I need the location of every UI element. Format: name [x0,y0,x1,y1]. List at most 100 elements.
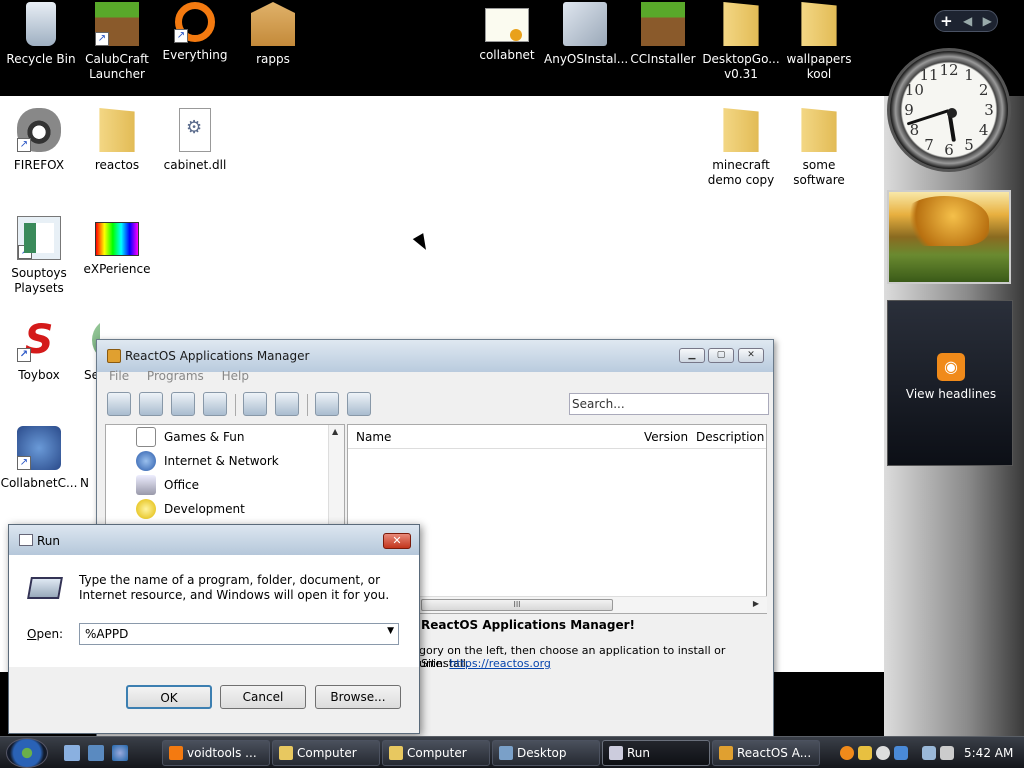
task-desktop[interactable]: Desktop [492,740,600,766]
desktop-icon-souptoys[interactable]: ↗ Souptoys Playsets [0,216,80,296]
rapps-app-icon [719,746,733,760]
open-label: Open: [27,627,63,641]
tree-item-development[interactable]: Development [136,498,245,520]
maximize-button[interactable]: ▢ [708,348,734,363]
select-all-icon[interactable] [203,392,227,416]
desktop-icon-cabinet-dll[interactable]: cabinet.dll [154,108,236,173]
start-button[interactable] [6,738,48,768]
monitor-icon[interactable] [922,746,936,760]
sidebar-next-button[interactable]: ▶ [983,14,992,28]
menu-help[interactable]: Help [222,369,249,383]
volume-icon[interactable] [940,746,954,760]
globe-icon [136,451,156,471]
feed-headlines-gadget[interactable]: ◉ View headlines [887,300,1013,466]
desktop-icon-collabnetc[interactable]: ↗ CollabnetC... [0,426,80,491]
run-window-icon [27,577,63,599]
minimize-button[interactable]: ▁ [679,348,705,363]
browse-button[interactable]: Browse... [315,685,401,709]
desktop-icon-label: CalubCraft Launcher [85,52,149,81]
rapps-titlebar[interactable]: ReactOS Applications Manager ▁ ▢ ✕ [97,340,773,372]
info-site-link[interactable]: https://reactos.org [449,657,551,670]
clock-gadget[interactable]: 12 1 2 3 4 5 6 7 8 9 10 11 [887,48,1011,172]
search-icon[interactable] [840,746,854,760]
task-voidtools[interactable]: voidtools ... [162,740,270,766]
chevron-down-icon[interactable]: ▼ [387,626,394,636]
desktop-icon-label: reactos [94,158,140,172]
run-body: Type the name of a program, folder, docu… [9,555,419,667]
menu-file[interactable]: File [109,369,129,383]
task-computer-1[interactable]: Computer [272,740,380,766]
desktop-icon-label: some software [793,158,845,187]
show-desktop-icon[interactable] [64,745,80,761]
column-name[interactable]: Name [356,430,391,444]
desktop-icon-n[interactable]: N [80,426,94,491]
task-reactos-apps[interactable]: ReactOS A... [712,740,820,766]
search-input[interactable]: Search... [569,393,769,415]
tray-app-icon[interactable] [876,746,890,760]
clock-center-pin [947,108,957,118]
internet-explorer-icon[interactable] [112,745,128,761]
clock-time[interactable]: 5:42 AM [964,746,1013,760]
cancel-button[interactable]: Cancel [220,685,306,709]
everything-search-icon: ↗ [174,2,215,43]
uninstall-icon[interactable] [139,392,163,416]
desktop-icon-minecraft-demo[interactable]: minecraft demo copy [700,108,782,188]
add-gadget-button[interactable]: + [940,12,953,30]
rapps-menubar: File Programs Help [109,369,263,383]
tree-item-internet[interactable]: Internet & Network [136,450,279,472]
tree-item-games[interactable]: Games & Fun [136,426,244,448]
task-label: Run [627,746,651,760]
desktop-icon-calubcraft[interactable]: ↗ CalubCraft Launcher [76,2,158,82]
install-icon[interactable] [107,392,131,416]
development-icon [136,499,156,519]
desktop-icon-collabnet[interactable]: collabnet [466,2,548,63]
desktop-icon-desktopgo[interactable]: DesktopGo... v0.31 [700,2,782,82]
view-headlines-label[interactable]: View headlines [888,387,1014,401]
desktop-icon-recycle-bin[interactable]: Recycle Bin [0,2,82,67]
refresh-icon[interactable] [243,392,267,416]
menu-programs[interactable]: Programs [147,369,204,383]
folder-icon [389,746,403,760]
slideshow-gadget[interactable] [887,190,1011,284]
shield-icon[interactable] [858,746,872,760]
desktop-icon-anyosinstaller[interactable]: AnyOSInstal... [544,2,629,67]
update-db-icon[interactable] [275,392,299,416]
desktop-icon-ccinstaller[interactable]: CCInstaller [622,2,704,67]
modify-icon[interactable] [171,392,195,416]
sidebar-prev-button[interactable]: ◀ [963,14,972,28]
package-box-icon [251,2,295,46]
column-description[interactable]: Description [696,430,764,444]
desktop-icon-label: DesktopGo... v0.31 [702,52,780,81]
task-run[interactable]: Run [602,740,710,766]
folder-icon [801,2,837,46]
sidebar-controls: + ◀ ▶ [934,10,998,32]
grass-block-icon [641,2,685,46]
desktop-icon-firefox[interactable]: ↗ FIREFOX [0,108,80,173]
desktop-icon-reactos[interactable]: reactos [76,108,158,173]
column-version[interactable]: Version [644,430,688,444]
scrollbar-thumb[interactable]: III [421,599,613,611]
scroll-right-arrow[interactable]: ▶ [753,599,759,608]
switch-windows-icon[interactable] [88,745,104,761]
desktop-icon-rapps[interactable]: rapps [232,2,314,67]
network-icon[interactable] [894,746,908,760]
close-button[interactable]: ✕ [383,533,411,549]
shortcut-arrow-icon: ↗ [17,456,31,470]
desktop-icon-everything[interactable]: ↗ Everything [154,2,236,63]
desktop-icon-label: AnyOSInstal... [544,52,629,66]
desktop-icon-experience[interactable]: eXPerience [76,216,158,277]
settings-icon[interactable] [315,392,339,416]
tree-item-office[interactable]: Office [136,474,199,496]
task-computer-2[interactable]: Computer [382,740,490,766]
run-title: Run [37,534,61,548]
desktop-icon-wallpapers[interactable]: wallpapers kool [778,2,860,82]
exit-icon[interactable] [347,392,371,416]
run-titlebar[interactable]: Run ✕ [9,525,419,555]
info-heading: ReactOS Applications Manager! [421,618,636,632]
tree-item-label: Development [164,502,245,516]
desktop-icon-some-software[interactable]: some software [778,108,860,188]
close-button[interactable]: ✕ [738,348,764,363]
run-command-input[interactable]: %APPD ▼ [79,623,399,645]
ok-button[interactable]: OK [126,685,212,709]
desktop-icon-se[interactable]: Se [60,318,100,383]
